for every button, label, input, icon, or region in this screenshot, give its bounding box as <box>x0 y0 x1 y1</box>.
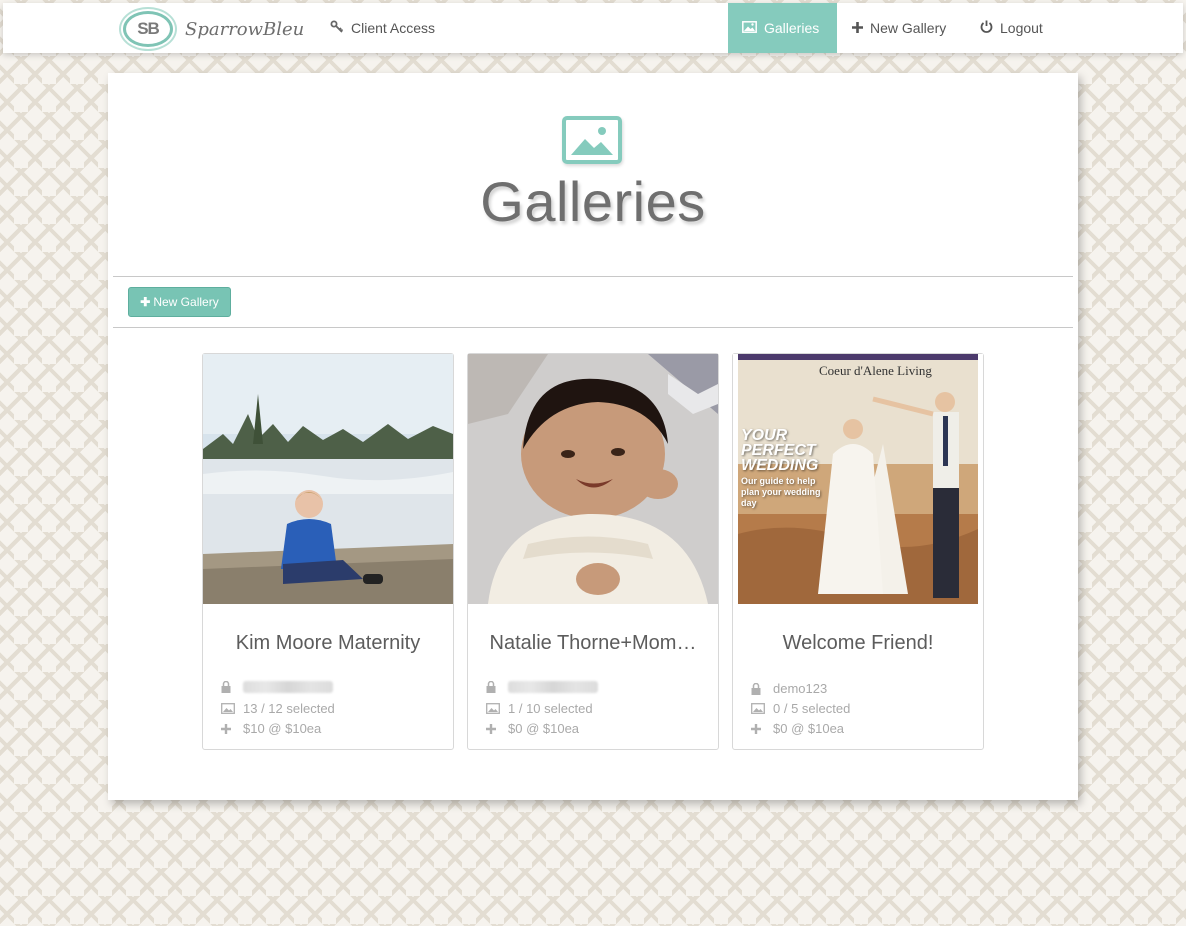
nav-logout[interactable]: Logout <box>966 3 1057 53</box>
logo-badge: SB <box>123 11 173 47</box>
nav-galleries[interactable]: Galleries <box>728 3 837 53</box>
gallery-card[interactable]: Natalie Thorne+Mom… 1 / 10 selected $0 @… <box>467 353 719 750</box>
gallery-selected-text: 0 / 5 selected <box>773 701 851 716</box>
brand-logo[interactable]: SB SparrowBleu <box>123 9 304 49</box>
new-gallery-button-label: New Gallery <box>153 295 219 309</box>
picture-icon <box>486 703 508 714</box>
magazine-masthead: Coeur d'Alene Living <box>819 363 932 378</box>
picture-icon <box>751 703 773 714</box>
nav-client-access[interactable]: Client Access <box>316 3 449 53</box>
gallery-price-text: $0 @ $10ea <box>508 721 580 736</box>
magazine-subline: Our guide to help plan your wedding day <box>741 476 821 508</box>
key-icon <box>330 20 344 37</box>
gallery-title[interactable]: Natalie Thorne+Mom… <box>480 632 706 655</box>
gallery-price: $10 @ $10ea <box>221 721 321 736</box>
gallery-thumbnail[interactable] <box>203 354 453 604</box>
plus-icon <box>751 723 773 734</box>
top-navbar: SB SparrowBleu Client Access Galleries N… <box>3 3 1183 53</box>
page-title: Galleries <box>480 170 706 233</box>
gallery-selected: 13 / 12 selected <box>221 701 335 716</box>
gallery-card[interactable]: Coeur d'Alene Living YOUR PERFECT WEDDIN… <box>732 353 984 750</box>
lock-icon <box>221 681 243 693</box>
lock-icon <box>486 681 508 693</box>
gallery-title[interactable]: Kim Moore Maternity <box>215 632 441 655</box>
magazine-headline: YOUR PERFECT WEDDING Our guide to help p… <box>741 428 821 509</box>
galleries-hero-icon <box>562 116 622 164</box>
gallery-password: demo123 <box>751 681 827 696</box>
plus-icon: ✚ <box>140 295 151 309</box>
obscured-password <box>508 681 598 693</box>
divider <box>113 327 1073 328</box>
gallery-selected-text: 1 / 10 selected <box>508 701 593 716</box>
picture-icon <box>221 703 243 714</box>
obscured-password <box>243 681 333 693</box>
logo-wordmark: SparrowBleu <box>185 18 305 40</box>
gallery-selected: 0 / 5 selected <box>751 701 850 716</box>
power-icon <box>980 20 993 36</box>
gallery-title[interactable]: Welcome Friend! <box>745 632 971 655</box>
nav-galleries-label: Galleries <box>764 20 820 36</box>
gallery-thumbnail[interactable] <box>468 354 718 604</box>
gallery-selected: 1 / 10 selected <box>486 701 593 716</box>
picture-icon <box>742 20 757 36</box>
nav-client-access-label: Client Access <box>351 20 436 36</box>
plus-icon <box>221 723 243 734</box>
nav-new-gallery[interactable]: New Gallery <box>838 3 960 53</box>
lock-icon <box>751 682 773 695</box>
gallery-price-text: $10 @ $10ea <box>243 721 322 736</box>
divider <box>113 276 1073 277</box>
gallery-price: $0 @ $10ea <box>486 721 579 736</box>
gallery-price: $0 @ $10ea <box>751 721 844 736</box>
plus-icon <box>486 723 508 734</box>
gallery-price-text: $0 @ $10ea <box>773 721 845 736</box>
plus-icon <box>852 21 863 36</box>
magazine-headline-1: YOUR <box>741 427 788 444</box>
nav-new-gallery-label: New Gallery <box>870 20 947 36</box>
gallery-password <box>221 681 333 693</box>
new-gallery-button[interactable]: ✚ New Gallery <box>128 287 231 317</box>
magazine-headline-3: WEDDING <box>741 457 819 474</box>
magazine-headline-2: PERFECT <box>741 442 816 459</box>
gallery-password <box>486 681 598 693</box>
gallery-card[interactable]: Kim Moore Maternity 13 / 12 selected $10… <box>202 353 454 750</box>
nav-logout-label: Logout <box>1000 20 1043 36</box>
main-panel: Galleries ✚ New Gallery Kim Moore Matern… <box>108 73 1078 800</box>
gallery-thumbnail[interactable]: Coeur d'Alene Living YOUR PERFECT WEDDIN… <box>733 354 983 604</box>
gallery-selected-text: 13 / 12 selected <box>243 701 335 716</box>
gallery-password-text: demo123 <box>773 681 828 696</box>
